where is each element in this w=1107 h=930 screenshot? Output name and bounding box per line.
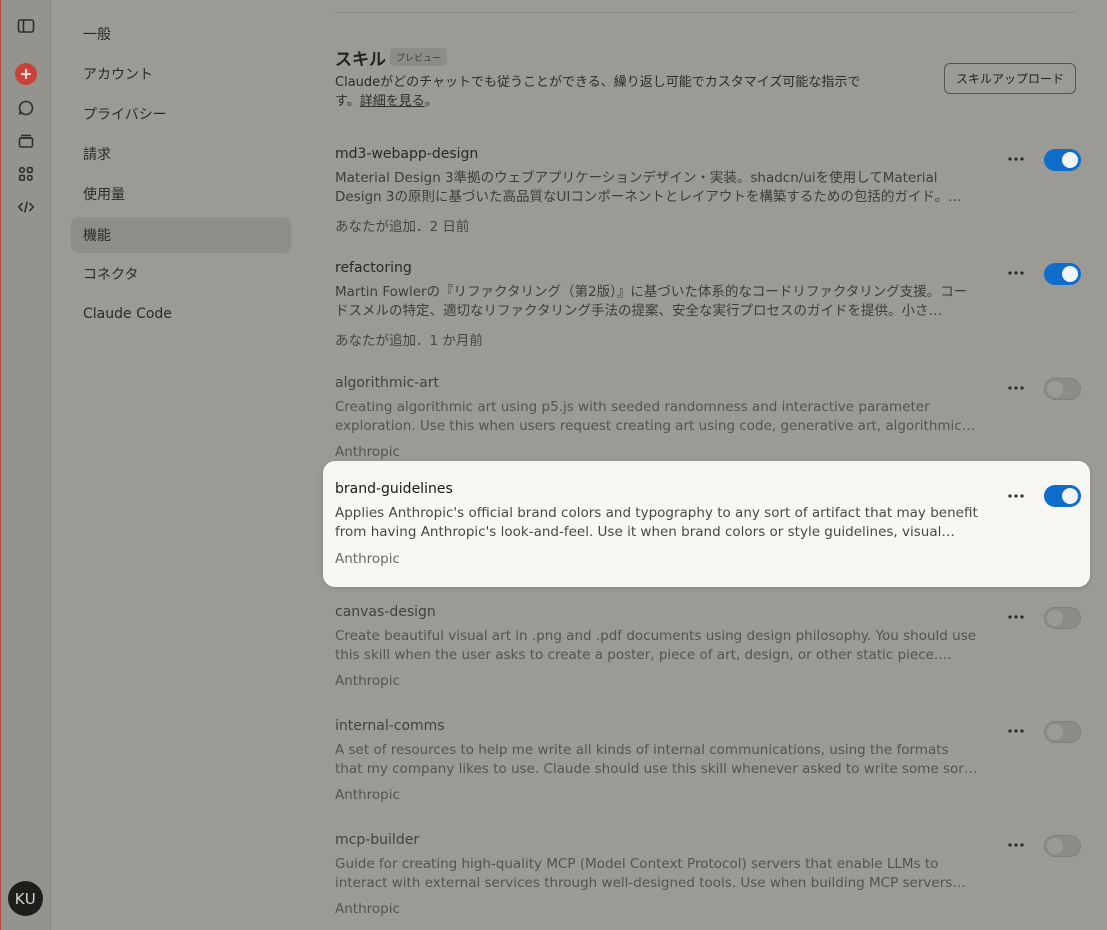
learn-more-link[interactable]: 詳細を見る [360,94,425,109]
skill-toggle[interactable] [1044,835,1081,857]
code-icon[interactable] [14,195,38,219]
skill-meta: あなたが追加．2 日前 [335,219,470,235]
toggle-knob [1062,152,1078,168]
more-horizontal-icon [1008,729,1024,733]
skill-item: md3-webapp-design Material Design 3準拠のウェ… [323,126,1090,252]
skills-settings-panel: スキル プレビュー Claudeがどのチャットでも従うことができる、繰り返し可能… [323,0,1107,930]
skill-description: Guide for creating high-quality MCP (Mod… [335,856,953,891]
sidebar-toggle-icon[interactable] [14,14,38,38]
skill-meta: Anthropic [335,444,400,460]
more-options-button[interactable] [1003,832,1029,858]
skill-description: A set of resources to help me write all … [335,742,970,777]
more-horizontal-icon [1008,843,1024,847]
nav-item-account[interactable]: アカウント [71,56,291,92]
more-horizontal-icon [1008,494,1024,498]
user-avatar[interactable]: KU [8,881,43,916]
skill-item: canvas-design Create beautiful visual ar… [323,584,1090,710]
more-options-button[interactable] [1003,604,1029,630]
skills-description-text: Claudeがどのチャットでも従うことができる、繰り返し可能でカスタマイズ可能な… [335,75,861,90]
skill-name: brand-guidelines [335,481,453,497]
skill-description: Creating algorithmic art using p5.js wit… [335,399,962,434]
skill-item: mcp-builder Guide for creating high-qual… [323,812,1090,930]
more-horizontal-icon [1008,271,1024,275]
skill-name: refactoring [335,260,412,276]
skills-description-text-line2: す。 [335,94,360,109]
projects-icon[interactable] [14,129,38,153]
skill-name: canvas-design [335,604,436,620]
skill-name: algorithmic-art [335,375,440,391]
new-chat-icon[interactable] [15,63,37,85]
more-options-button[interactable] [1003,375,1029,401]
more-horizontal-icon [1008,615,1024,619]
skills-section-description: Claudeがどのチャットでも従うことができる、繰り返し可能でカスタマイズ可能な… [335,73,915,111]
nav-item-usage[interactable]: 使用量 [71,176,291,212]
skill-meta: あなたが追加．1 か月前 [335,333,483,349]
more-options-button[interactable] [1003,483,1029,509]
skill-item-highlighted: brand-guidelines Applies Anthropic's off… [323,461,1090,587]
skill-description: Martin Fowlerの『リファクタリング（第2版）』に基づいた体系的なコー… [335,284,968,319]
skill-name: internal-comms [335,718,445,734]
skill-meta: Anthropic [335,551,400,567]
preview-badge: プレビュー [390,48,448,66]
skill-toggle[interactable] [1044,485,1081,507]
skill-name: mcp-builder [335,832,420,848]
nav-item-features[interactable]: 機能 [71,217,291,253]
more-options-button[interactable] [1003,146,1029,172]
nav-item-general[interactable]: 一般 [71,16,291,52]
icon-rail: KU [1,0,51,930]
skill-name: md3-webapp-design [335,146,479,162]
skill-item: refactoring Martin Fowlerの『リファクタリング（第2版）… [323,240,1090,366]
chats-icon[interactable] [14,96,38,120]
app-window: KU 一般 アカウント プライバシー 請求 使用量 機能 コネクタ Claude… [0,0,1107,930]
skill-meta: Anthropic [335,787,400,803]
toggle-knob [1047,610,1063,626]
skill-toggle[interactable] [1044,721,1081,743]
skill-description: Material Design 3準拠のウェブアプリケーションデザイン・実装。s… [335,170,962,205]
artifacts-icon[interactable] [14,162,38,186]
skill-description: Applies Anthropic's official brand color… [335,505,978,540]
skill-description: Create beautiful visual art in .png and … [335,628,977,663]
skill-item: internal-comms A set of resources to hel… [323,698,1090,824]
skill-toggle[interactable] [1044,378,1081,400]
toggle-knob [1047,838,1063,854]
more-options-button[interactable] [1003,718,1029,744]
skill-toggle[interactable] [1044,607,1081,629]
skills-description-end: 。 [424,94,438,109]
nav-item-claude-code[interactable]: Claude Code [71,296,291,332]
upload-skill-button[interactable]: スキルアップロード [944,63,1076,94]
nav-item-privacy[interactable]: プライバシー [71,96,291,132]
more-horizontal-icon [1008,386,1024,390]
section-divider [335,12,1077,13]
nav-item-connectors[interactable]: コネクタ [71,256,291,292]
more-horizontal-icon [1008,157,1024,161]
skill-toggle[interactable] [1044,149,1081,171]
nav-item-billing[interactable]: 請求 [71,136,291,172]
toggle-knob [1047,381,1063,397]
skill-meta: Anthropic [335,901,400,917]
more-options-button[interactable] [1003,260,1029,286]
skills-section-title: スキル [335,50,386,70]
toggle-knob [1062,488,1078,504]
toggle-knob [1062,266,1078,282]
skill-meta: Anthropic [335,673,400,689]
toggle-knob [1047,724,1063,740]
skill-toggle[interactable] [1044,263,1081,285]
